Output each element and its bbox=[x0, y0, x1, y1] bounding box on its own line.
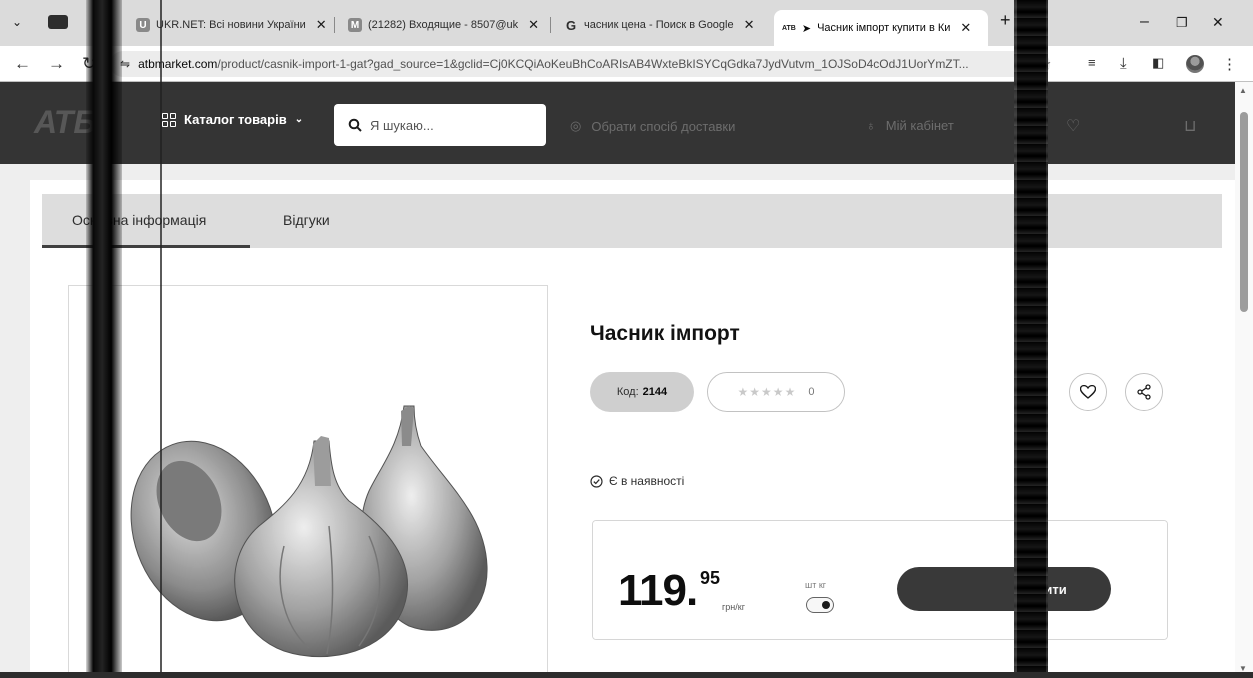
favorites-heart-icon[interactable]: ♡ bbox=[1066, 116, 1080, 136]
atb-logo[interactable]: АТБ bbox=[34, 104, 96, 141]
location-pin-icon: ◎ bbox=[570, 118, 582, 133]
tab-reviews[interactable]: Відгуки bbox=[283, 212, 330, 228]
catalog-label: Каталог товарів bbox=[184, 112, 287, 127]
tab-atb-active[interactable]: ATB ➤ Часник імпорт купити в Ки ✕ bbox=[774, 10, 988, 46]
atb-favicon-icon: ATB bbox=[782, 24, 796, 32]
buy-button[interactable]: Купити bbox=[897, 567, 1111, 611]
forward-icon[interactable]: → bbox=[48, 54, 65, 74]
side-panel-icon[interactable]: ◧ bbox=[1152, 55, 1164, 71]
price-integer: 119. bbox=[618, 566, 698, 615]
product-title: Часник імпорт bbox=[590, 322, 740, 345]
tab-mail[interactable]: M (21282) Входящие - 8507@uk ✕ bbox=[340, 12, 545, 38]
url-host: atbmarket.com bbox=[138, 57, 218, 71]
tab-separator bbox=[334, 17, 335, 33]
close-icon[interactable]: ✕ bbox=[960, 20, 971, 36]
buy-label: Купити bbox=[1021, 581, 1067, 597]
close-window-icon[interactable]: ✕ bbox=[1212, 14, 1224, 31]
product-tabs bbox=[42, 194, 1222, 248]
catalog-button[interactable]: Каталог товарів ⌄ bbox=[162, 112, 303, 127]
new-tab-button[interactable]: + bbox=[1000, 10, 1011, 31]
share-icon bbox=[1137, 384, 1151, 400]
rating-stars-icon: ★★★★★ bbox=[737, 385, 797, 399]
address-bar[interactable]: ⇋ atbmarket.com/product/casnik-import-1-… bbox=[110, 51, 1050, 77]
close-icon[interactable]: ✕ bbox=[744, 17, 755, 33]
back-icon[interactable]: ← bbox=[14, 54, 31, 74]
bookmark-star-icon[interactable]: ☆ bbox=[1038, 55, 1051, 73]
tab-separator bbox=[550, 17, 551, 33]
close-icon[interactable]: ✕ bbox=[316, 17, 327, 33]
restore-window-icon[interactable]: ❐ bbox=[1176, 15, 1188, 31]
toggle-knob bbox=[822, 601, 830, 609]
search-input[interactable] bbox=[370, 117, 530, 133]
unit-labels: шт кг bbox=[805, 580, 827, 590]
rating-pill[interactable]: ★★★★★ 0 bbox=[707, 372, 845, 412]
site-info-icon[interactable]: ⇋ bbox=[120, 57, 130, 71]
share-button[interactable] bbox=[1125, 373, 1163, 411]
heart-icon bbox=[1080, 385, 1096, 399]
download-icon[interactable]: ⤓ bbox=[1120, 55, 1127, 72]
chevron-down-icon: ⌄ bbox=[294, 114, 304, 125]
mail-favicon-icon: M bbox=[348, 18, 362, 32]
delivery-label: Обрати спосіб доставки bbox=[591, 118, 736, 134]
tab-title: часник цена - Поиск в Google bbox=[584, 19, 734, 31]
delivery-selector[interactable]: ◎ Обрати спосіб доставки bbox=[570, 118, 735, 134]
tab-search-chevron-icon[interactable]: ⌄ bbox=[12, 15, 22, 29]
minimize-icon[interactable]: – bbox=[1140, 13, 1149, 31]
active-tab-indicator bbox=[42, 245, 250, 248]
scroll-down-icon[interactable]: ▼ bbox=[1239, 664, 1247, 673]
youtube-icon[interactable] bbox=[48, 15, 68, 29]
scroll-up-icon[interactable]: ▲ bbox=[1239, 86, 1247, 95]
menu-kebab-icon[interactable]: ⋮ bbox=[1222, 55, 1237, 73]
google-favicon-icon: G bbox=[565, 17, 577, 33]
scroll-thumb[interactable] bbox=[1240, 112, 1248, 312]
product-image bbox=[68, 285, 548, 678]
product-code-badge: Код: 2144 bbox=[590, 372, 694, 412]
tab-title: UKR.NET: Всі новини України bbox=[156, 19, 306, 31]
tab-title: (21282) Входящие - 8507@uk bbox=[368, 19, 519, 31]
garlic-image bbox=[130, 405, 488, 658]
profile-avatar-icon[interactable] bbox=[1186, 55, 1204, 73]
search-icon bbox=[348, 118, 362, 132]
page-scrollbar[interactable]: ▲ ▼ bbox=[1235, 82, 1253, 678]
account-link[interactable]: ♁ Мій кабінет bbox=[866, 118, 954, 133]
user-icon: ♁ bbox=[866, 118, 876, 133]
cart-icon[interactable]: ⊔ bbox=[1184, 116, 1196, 136]
browser-tab-strip: ⌄ U UKR.NET: Всі новини України ✕ M (212… bbox=[0, 0, 1253, 46]
add-to-favorites-button[interactable] bbox=[1069, 373, 1107, 411]
price-unit: грн/кг bbox=[722, 602, 745, 612]
code-value: 2144 bbox=[642, 386, 668, 398]
account-label: Мій кабінет bbox=[885, 118, 954, 133]
check-circle-icon bbox=[590, 474, 603, 488]
price-decimal: 95 bbox=[700, 568, 721, 588]
tab-google[interactable]: G часник цена - Поиск в Google ✕ bbox=[556, 12, 766, 38]
code-label: Код: bbox=[616, 386, 639, 398]
reload-icon[interactable]: ↻ bbox=[82, 54, 96, 74]
tab-main-info[interactable]: Основна інформація bbox=[72, 212, 206, 228]
rating-count: 0 bbox=[808, 386, 815, 398]
unit-toggle[interactable] bbox=[806, 597, 834, 613]
ukrnet-favicon-icon: U bbox=[136, 18, 150, 32]
search-box[interactable] bbox=[334, 104, 546, 146]
tab-ukrnet[interactable]: U UKR.NET: Всі новини України ✕ bbox=[128, 12, 328, 38]
tab-title: Часник імпорт купити в Ки bbox=[817, 22, 951, 34]
site-header: АТБ Каталог товарів ⌄ ◎ Обрати спосіб до… bbox=[0, 82, 1235, 164]
catalog-grid-icon bbox=[162, 112, 176, 127]
audio-playing-icon: ➤ bbox=[801, 22, 812, 35]
close-icon[interactable]: ✕ bbox=[528, 17, 539, 33]
url-path: /product/casnik-import-1-gat?gad_source=… bbox=[217, 57, 969, 71]
stock-label: Є в наявності bbox=[609, 474, 685, 488]
reading-mode-icon[interactable]: ≡ bbox=[1088, 55, 1096, 70]
browser-toolbar: ← → ↻ ⇋ atbmarket.com/product/casnik-imp… bbox=[0, 46, 1253, 82]
stock-status: Є в наявності bbox=[590, 474, 684, 488]
